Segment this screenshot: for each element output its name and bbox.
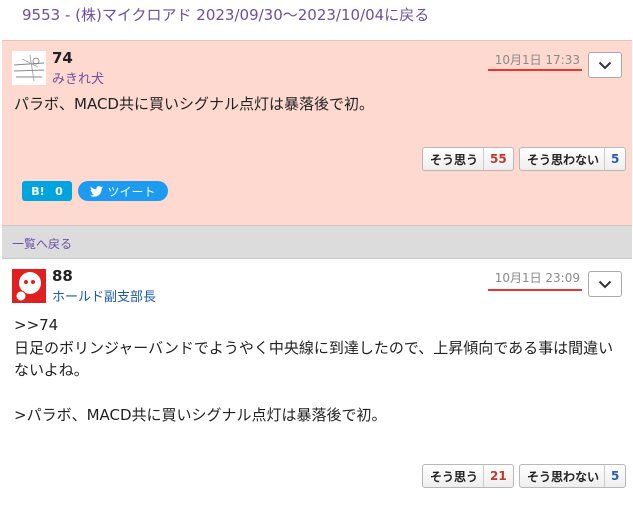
back-bar: 一覧へ戻る [2, 225, 632, 259]
agree-label: そう思う [430, 469, 479, 484]
username[interactable]: みきれ犬 [52, 68, 104, 87]
disagree-label: そう思わない [527, 469, 600, 484]
agree-label: そう思う [430, 152, 479, 167]
hatena-bookmark-icon: B! [31, 184, 45, 198]
avatar[interactable] [12, 51, 46, 85]
username[interactable]: ホールド副支部長 [52, 286, 156, 305]
twitter-bird-icon [90, 185, 104, 197]
agree-button[interactable]: そう思う 55 [422, 147, 514, 171]
tweet-button[interactable]: ツイート [78, 181, 168, 201]
disagree-button[interactable]: そう思わない 5 [519, 147, 627, 171]
post-menu-button[interactable] [588, 52, 622, 78]
agree-count: 55 [483, 148, 513, 170]
agree-count: 21 [483, 465, 513, 487]
post-time[interactable]: 10月1日 23:09 [495, 269, 580, 286]
tweet-label: ツイート [107, 184, 156, 199]
post-menu-button[interactable] [588, 271, 622, 297]
disagree-count: 5 [604, 465, 625, 487]
chevron-down-icon [598, 280, 612, 288]
post-88: 88 ホールド副支部長 10月1日 23:09 >>74 日足のボリンジャーバン… [2, 261, 632, 508]
post-74: 74 みきれ犬 10月1日 17:33 パラボ、MACD共に買いシグナル点灯は暴… [2, 40, 632, 225]
post-number[interactable]: 74 [52, 49, 73, 67]
post-body: パラボ、MACD共に買いシグナル点灯は暴落後で初。 [14, 95, 374, 113]
post-number[interactable]: 88 [52, 267, 73, 285]
time-underline [488, 289, 582, 291]
back-to-board-link[interactable]: 9553 - (株)マイクロアド 2023/09/30〜2023/10/04に戻… [22, 4, 429, 25]
hatena-count: 0 [55, 184, 63, 198]
disagree-button[interactable]: そう思わない 5 [519, 464, 627, 488]
back-to-list-link[interactable]: 一覧へ戻る [12, 235, 72, 252]
avatar[interactable] [12, 269, 46, 303]
post-body: >>74 日足のボリンジャーバンドでようやく中央線に到達したので、上昇傾向である… [14, 316, 614, 424]
disagree-count: 5 [604, 148, 625, 170]
hatena-bookmark-button[interactable]: B! 0 [22, 181, 72, 201]
time-underline [488, 69, 582, 71]
chevron-down-icon [598, 61, 612, 69]
disagree-label: そう思わない [527, 152, 600, 167]
agree-button[interactable]: そう思う 21 [422, 464, 514, 488]
post-time[interactable]: 10月1日 17:33 [495, 51, 580, 68]
